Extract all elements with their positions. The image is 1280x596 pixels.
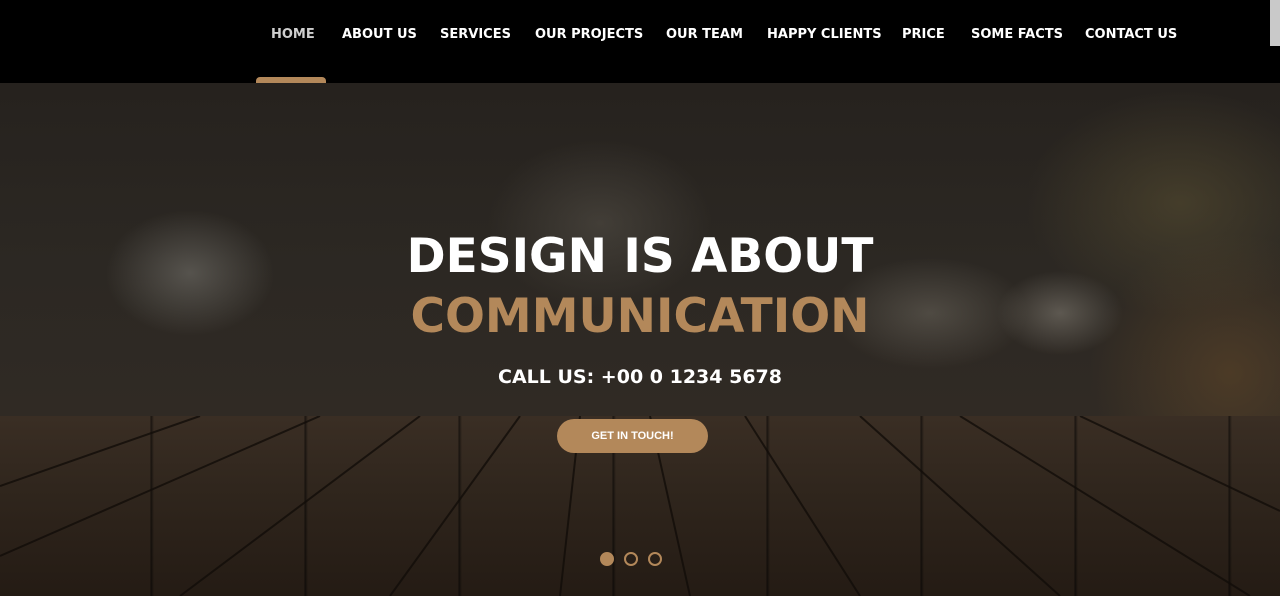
slider-dot-3[interactable] — [648, 552, 662, 566]
call-us-text: CALL US: +00 0 1234 5678 — [498, 366, 782, 388]
nav-item-about-us[interactable]: ABOUT US — [342, 27, 417, 42]
nav-item-our-team[interactable]: OUR TEAM — [666, 27, 743, 42]
scrollbar-thumb[interactable] — [1270, 0, 1280, 46]
nav-item-some-facts[interactable]: SOME FACTS — [971, 27, 1063, 42]
nav-item-happy-clients[interactable]: HAPPY CLIENTS — [767, 27, 882, 42]
hero-title-line-2: COMMUNICATION — [410, 289, 870, 344]
get-in-touch-button[interactable]: GET IN TOUCH! — [557, 419, 708, 453]
nav-item-contact-us[interactable]: CONTACT US — [1085, 27, 1177, 42]
nav-item-price[interactable]: PRICE — [902, 27, 945, 42]
top-navigation: HOME ABOUT US SERVICES OUR PROJECTS OUR … — [0, 0, 1280, 83]
nav-item-our-projects[interactable]: OUR PROJECTS — [535, 27, 643, 42]
nav-item-services[interactable]: SERVICES — [440, 27, 511, 42]
nav-item-home[interactable]: HOME — [271, 27, 315, 42]
hero-title-line-1: DESIGN IS ABOUT — [406, 229, 874, 284]
slider-dot-2[interactable] — [624, 552, 638, 566]
slider-pagination — [600, 552, 662, 566]
hero-slider: DESIGN IS ABOUT COMMUNICATION CALL US: +… — [0, 83, 1280, 596]
slider-dot-1[interactable] — [600, 552, 614, 566]
